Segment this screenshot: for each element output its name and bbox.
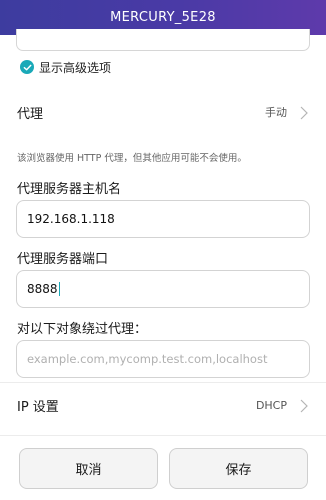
hostname-input[interactable]: 192.168.1.118: [16, 200, 310, 238]
chevron-right-icon: [300, 398, 308, 417]
chevron-right-icon: [300, 105, 308, 124]
proxy-setting-row[interactable]: 代理 手动: [0, 101, 326, 123]
port-label: 代理服务器端口: [17, 252, 109, 267]
text-cursor: [58, 282, 60, 296]
ip-settings-row[interactable]: IP 设置 DHCP: [0, 394, 326, 416]
previous-input-field[interactable]: [16, 29, 310, 51]
show-advanced-options-checkbox[interactable]: 显示高级选项: [20, 58, 111, 76]
bypass-input[interactable]: example.com,mycomp.test.com,localhost: [16, 340, 310, 378]
checkbox-label: 显示高级选项: [39, 60, 112, 75]
hostname-label: 代理服务器主机名: [17, 182, 122, 197]
port-value: 8888: [27, 282, 58, 296]
proxy-hint-text: 该浏览器使用 HTTP 代理，但其他应用可能不会使用。: [17, 153, 247, 164]
divider: [0, 382, 326, 383]
check-icon: [20, 60, 34, 74]
proxy-title: 代理: [17, 106, 44, 122]
divider: [0, 435, 326, 436]
port-input[interactable]: 8888: [16, 270, 310, 308]
cancel-button[interactable]: 取消: [19, 448, 158, 489]
proxy-mode-value: 手动: [265, 106, 287, 119]
bypass-placeholder: example.com,mycomp.test.com,localhost: [27, 352, 268, 366]
ip-settings-value: DHCP: [255, 398, 287, 412]
ip-settings-title: IP 设置: [17, 399, 59, 415]
bypass-label: 对以下对象绕过代理：: [17, 322, 148, 337]
save-button[interactable]: 保存: [169, 448, 308, 489]
hostname-value: 192.168.1.118: [27, 212, 115, 226]
